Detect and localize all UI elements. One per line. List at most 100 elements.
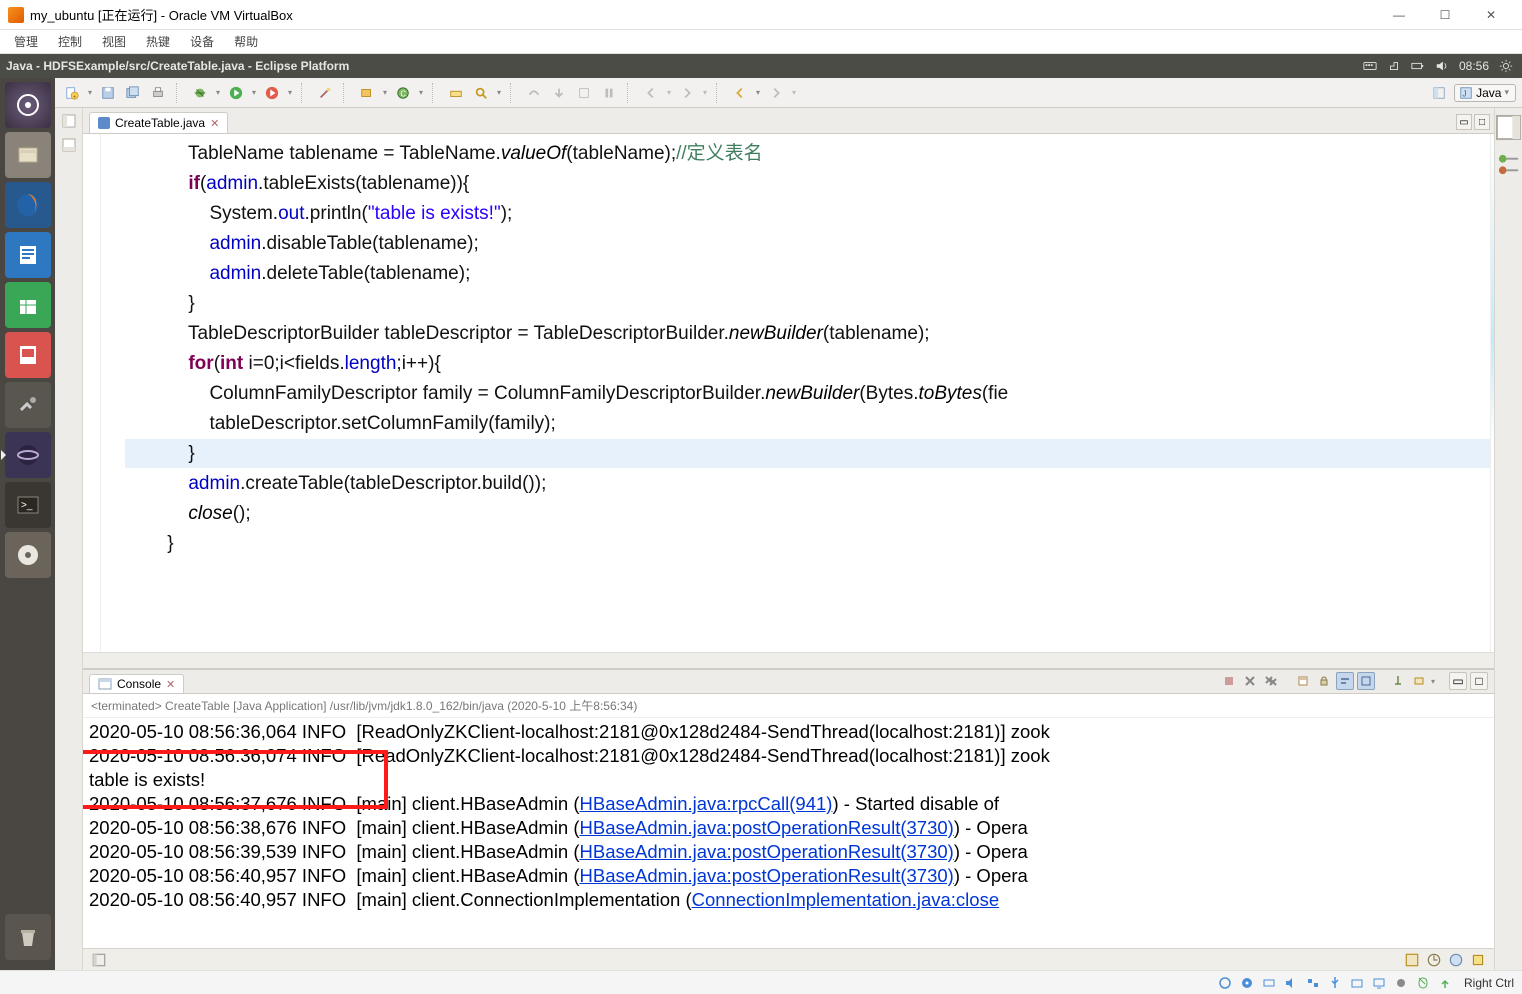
wand-button[interactable] [314, 82, 336, 104]
new-package-button[interactable] [356, 82, 378, 104]
editor-min-button[interactable]: ▭ [1456, 114, 1472, 130]
launcher-dash[interactable] [5, 82, 51, 128]
back-dropdown[interactable]: ▾ [754, 88, 762, 97]
console-max-button[interactable]: □ [1470, 672, 1488, 690]
vb-display-icon[interactable] [1370, 974, 1388, 992]
new-dropdown[interactable]: ▾ [86, 88, 94, 97]
run-button[interactable] [225, 82, 247, 104]
console-output[interactable]: 2020-05-10 08:56:36,064 INFO [ReadOnlyZK… [83, 718, 1494, 948]
word-wrap-icon[interactable] [1336, 672, 1354, 690]
launcher-firefox[interactable] [5, 182, 51, 228]
open-perspective-button[interactable] [1428, 82, 1450, 104]
new-button[interactable]: + [61, 82, 83, 104]
editor-max-button[interactable]: □ [1474, 114, 1490, 130]
volume-icon[interactable] [1435, 59, 1449, 73]
show-console-icon[interactable] [1357, 672, 1375, 690]
step-over-icon[interactable] [523, 82, 545, 104]
vbox-menu-hotkey[interactable]: 热键 [138, 31, 178, 52]
restore-outline-icon[interactable] [1495, 114, 1522, 141]
pin-console-icon[interactable] [1389, 672, 1407, 690]
console-tab[interactable]: Console ✕ [89, 674, 184, 693]
link-hbaseadmin-postop-1[interactable]: HBaseAdmin.java:postOperationResult(3730… [580, 817, 954, 838]
gear-icon[interactable] [1499, 59, 1513, 73]
save-button[interactable] [97, 82, 119, 104]
network-icon[interactable] [1387, 59, 1401, 73]
save-all-button[interactable] [122, 82, 144, 104]
restore-view-icon[interactable] [62, 114, 76, 128]
step-into-icon[interactable] [548, 82, 570, 104]
next-edit-icon[interactable] [676, 82, 698, 104]
display-selected-icon[interactable] [1410, 672, 1428, 690]
editor-h-scrollbar[interactable] [83, 652, 1494, 668]
launcher-terminal[interactable]: >_ [5, 482, 51, 528]
editor-tab-createtable[interactable]: CreateTable.java ✕ [89, 112, 228, 133]
search-dropdown[interactable]: ▾ [495, 88, 503, 97]
close-tab-icon[interactable]: ✕ [210, 117, 219, 130]
resume-icon[interactable] [598, 82, 620, 104]
run-dropdown[interactable]: ▾ [250, 88, 258, 97]
perspective-java[interactable]: J Java ▾ [1454, 84, 1516, 102]
minimize-button[interactable]: — [1376, 0, 1422, 30]
vb-disk-icon[interactable] [1216, 974, 1234, 992]
vb-audio-icon[interactable] [1282, 974, 1300, 992]
close-button[interactable]: ✕ [1468, 0, 1514, 30]
link-hbaseadmin-postop-3[interactable]: HBaseAdmin.java:postOperationResult(3730… [580, 865, 954, 886]
search-button[interactable] [470, 82, 492, 104]
battery-icon[interactable] [1411, 59, 1425, 73]
vbox-menu-control[interactable]: 控制 [50, 31, 90, 52]
coverage-button[interactable] [261, 82, 283, 104]
console-menu-dropdown[interactable]: ▾ [1431, 677, 1435, 686]
back-button[interactable] [729, 82, 751, 104]
debug-button[interactable] [189, 82, 211, 104]
close-console-icon[interactable]: ✕ [166, 678, 175, 691]
drop-frame-icon[interactable] [573, 82, 595, 104]
launcher-calc[interactable] [5, 282, 51, 328]
coverage-dropdown[interactable]: ▾ [286, 88, 294, 97]
keyboard-icon[interactable] [1363, 59, 1377, 73]
clock[interactable]: 08:56 [1459, 59, 1489, 73]
outline-icon[interactable] [1495, 151, 1522, 178]
status-show-view-icon[interactable] [91, 952, 107, 968]
launcher-impress[interactable] [5, 332, 51, 378]
new-class-button[interactable]: C [392, 82, 414, 104]
vbox-menu-device[interactable]: 设备 [182, 31, 222, 52]
forward-button[interactable] [765, 82, 787, 104]
vb-net-icon[interactable] [1304, 974, 1322, 992]
scroll-lock-icon[interactable] [1315, 672, 1333, 690]
maximize-button[interactable]: ☐ [1422, 0, 1468, 30]
vbox-menu-help[interactable]: 帮助 [226, 31, 266, 52]
link-hbaseadmin-postop-2[interactable]: HBaseAdmin.java:postOperationResult(3730… [580, 841, 954, 862]
launcher-settings[interactable] [5, 382, 51, 428]
link-hbaseadmin-rpccall[interactable]: HBaseAdmin.java:rpcCall(941) [580, 793, 833, 814]
remove-all-icon[interactable] [1262, 672, 1280, 690]
vb-keyboard-icon[interactable] [1436, 974, 1454, 992]
vb-hd-icon[interactable] [1260, 974, 1278, 992]
debug-dropdown[interactable]: ▾ [214, 88, 222, 97]
launcher-eclipse[interactable] [5, 432, 51, 478]
status-tip-icon[interactable] [1448, 952, 1464, 968]
vbox-menu-view[interactable]: 视图 [94, 31, 134, 52]
vb-shared-icon[interactable] [1348, 974, 1366, 992]
prev-edit-icon[interactable] [640, 82, 662, 104]
vb-optical-icon[interactable] [1238, 974, 1256, 992]
launcher-disc[interactable] [5, 532, 51, 578]
class-dropdown[interactable]: ▾ [417, 88, 425, 97]
print-button[interactable] [147, 82, 169, 104]
console-min-button[interactable]: ▭ [1449, 672, 1467, 690]
link-connimpl-close[interactable]: ConnectionImplementation.java:close [692, 889, 999, 910]
next-dropdown[interactable]: ▾ [701, 88, 709, 97]
status-updates-icon[interactable] [1470, 952, 1486, 968]
code-editor[interactable]: TableName tablename = TableName.valueOf(… [83, 134, 1494, 652]
status-tasks-icon[interactable] [1404, 952, 1420, 968]
vb-mouse-icon[interactable] [1414, 974, 1432, 992]
vb-usb-icon[interactable] [1326, 974, 1344, 992]
status-sync-icon[interactable] [1426, 952, 1442, 968]
clear-console-icon[interactable] [1294, 672, 1312, 690]
vb-record-icon[interactable] [1392, 974, 1410, 992]
forward-dropdown[interactable]: ▾ [790, 88, 798, 97]
launcher-files[interactable] [5, 132, 51, 178]
remove-launch-icon[interactable] [1241, 672, 1259, 690]
launcher-writer[interactable] [5, 232, 51, 278]
prev-dropdown[interactable]: ▾ [665, 88, 673, 97]
open-type-button[interactable] [445, 82, 467, 104]
